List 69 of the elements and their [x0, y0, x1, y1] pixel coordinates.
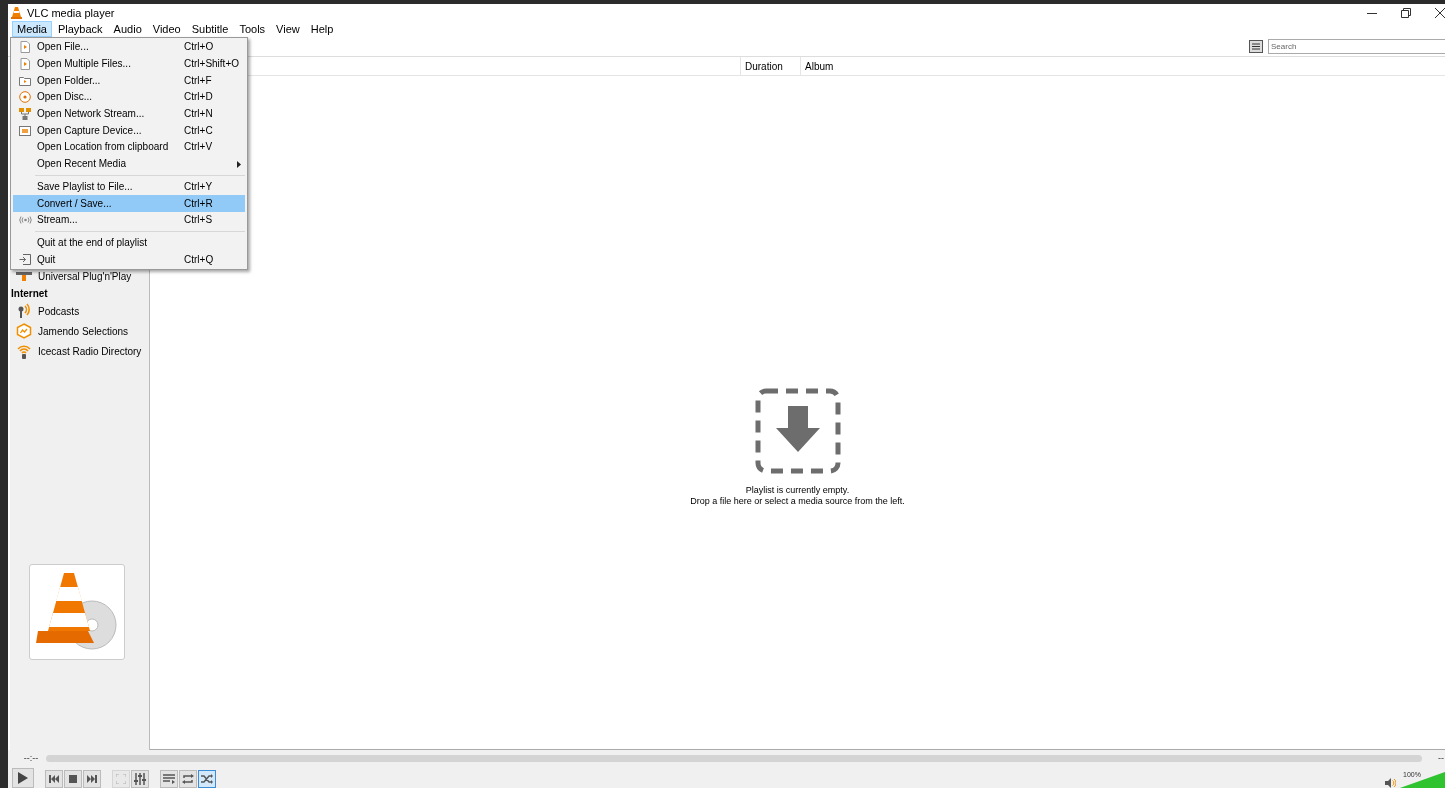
menu-item[interactable]: Open Location from clipboard Ctrl+V: [13, 139, 245, 156]
previous-button[interactable]: [45, 770, 63, 788]
hexagon-icon: [16, 323, 32, 339]
submenu-arrow-icon: [237, 160, 241, 168]
sidebar-item[interactable]: Universal Plug'n'Play: [10, 271, 149, 285]
play-icon: [18, 772, 28, 784]
network-icon: [16, 271, 32, 281]
column-header[interactable]: Duration: [740, 57, 800, 75]
sidebar-item[interactable]: Jamendo Selections: [10, 321, 149, 341]
disc-icon: [19, 91, 31, 104]
restore-icon[interactable]: [1401, 7, 1411, 18]
close-icon[interactable]: [1435, 7, 1445, 18]
menu-item[interactable]: View: [271, 21, 305, 37]
menu-item[interactable]: Stream... Ctrl+S: [13, 211, 245, 229]
menu-item[interactable]: Video: [147, 21, 186, 37]
speaker-icon: [1385, 778, 1396, 788]
column-header[interactable]: Album: [800, 57, 1445, 75]
search-field[interactable]: Search: [1268, 39, 1445, 54]
capture-device-icon: [19, 125, 31, 136]
menu-item[interactable]: Save Playlist to File... Ctrl+Y: [13, 178, 245, 196]
menu-item[interactable]: Open Capture Device... Ctrl+C: [13, 122, 245, 140]
menu-item[interactable]: Help: [305, 21, 339, 37]
menu-item[interactable]: Audio: [108, 21, 147, 37]
menu-item[interactable]: Quit Ctrl+Q: [13, 251, 245, 268]
fullscreen-icon: [116, 774, 126, 784]
shuffle-button[interactable]: [198, 770, 216, 788]
radio-signal-icon: [16, 343, 32, 359]
stop-icon: [69, 775, 77, 783]
window-title: VLC media player: [27, 6, 115, 19]
menu-item[interactable]: Tools: [234, 21, 271, 37]
playlist-button[interactable]: [160, 770, 178, 788]
menu-item[interactable]: Subtitle: [186, 21, 234, 37]
menu-item[interactable]: Open File... Ctrl+O: [13, 39, 245, 56]
next-icon: [87, 775, 97, 783]
equalizer-icon: [134, 773, 146, 785]
elapsed-time: --:--: [22, 753, 40, 763]
shuffle-icon: [201, 774, 213, 784]
menu-item[interactable]: Convert / Save... Ctrl+R: [13, 195, 245, 212]
menu-item[interactable]: Playback: [52, 21, 108, 37]
previous-icon: [49, 775, 59, 783]
playlist-icon: [163, 774, 175, 784]
menu-item[interactable]: Open Multiple Files... Ctrl+Shift+O: [13, 55, 245, 73]
menu-item[interactable]: Open Folder... Ctrl+F: [13, 72, 245, 90]
drop-file-icon: [754, 388, 841, 474]
menu-item[interactable]: Quit at the end of playlist: [13, 234, 245, 252]
menu-item[interactable]: Open Disc... Ctrl+D: [13, 89, 245, 106]
playlist-view-icon[interactable]: [1249, 39, 1264, 54]
next-button[interactable]: [83, 770, 101, 788]
play-button[interactable]: [12, 768, 34, 788]
loop-button[interactable]: [179, 770, 197, 788]
menu-item[interactable]: Open Network Stream... Ctrl+N: [13, 105, 245, 123]
broadcast-icon: [18, 216, 32, 225]
network-icon: [19, 108, 31, 121]
section-heading: Internet: [10, 286, 49, 301]
sidebar-item[interactable]: Icecast Radio Directory: [10, 341, 149, 361]
stop-button[interactable]: [64, 770, 82, 788]
equalizer-button[interactable]: [131, 770, 149, 788]
menu-item[interactable]: Open Recent Media: [13, 155, 245, 173]
menu-item[interactable]: Media: [12, 21, 52, 37]
empty-hint: Drop a file here or select a media source from the left.: [690, 496, 905, 507]
folder-icon: [19, 75, 31, 86]
sidebar-item[interactable]: Podcasts: [10, 301, 149, 321]
exit-icon: [19, 254, 31, 266]
file-icon: [20, 58, 30, 71]
file-icon: [20, 41, 30, 54]
total-time: --: [1438, 753, 1445, 763]
empty-message: Playlist is currently empty.: [745, 485, 850, 496]
podcast-icon: [16, 303, 32, 319]
loop-icon: [182, 774, 194, 784]
